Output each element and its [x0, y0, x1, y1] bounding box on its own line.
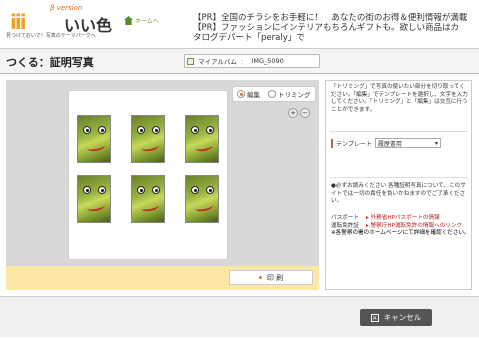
- title-bar: つくる：証明写真 マイアルバム ： IMG_5090: [0, 48, 479, 74]
- side-panel: 「トリミング」で写真の使いたい部分を切り取ってください。「編集」でテンプレートを…: [325, 80, 472, 290]
- notice-text: ●必ずお読みください 各種証明写真について、このサイトでは一切の責任を負いかねま…: [331, 183, 466, 204]
- home-link-label: ホームへ: [135, 18, 159, 25]
- id-photo: [77, 175, 111, 223]
- instructions-text: 「トリミング」で写真の使いたい部分を切り取ってください。「編集」でテンプレートを…: [331, 84, 468, 113]
- print-sheet: [69, 91, 227, 259]
- link-row-license: 運転免許証 ▸ 警察庁HP運転免許の情報へのリンク: [331, 223, 471, 231]
- link-label-license: 運転免許証: [331, 222, 359, 229]
- site-logo[interactable]: β version iii いい色 見つけておいで！写真のテーマパークへ: [6, 4, 116, 42]
- logo-mark: iii: [10, 10, 27, 34]
- divider: [330, 177, 468, 178]
- album-separator: ：: [240, 58, 248, 66]
- chevron-down-icon: ▾: [434, 139, 438, 147]
- photo-canvas: 編集 トリミング + −: [6, 80, 319, 286]
- id-photo: [185, 175, 219, 223]
- page-title: つくる：証明写真: [6, 56, 94, 69]
- cancel-button-label: キャンセル: [383, 313, 422, 322]
- footnote-text: ※各警察の署のホームページにて詳細を確認ください。: [331, 230, 470, 236]
- print-button[interactable]: 印 刷: [229, 270, 313, 285]
- link-license[interactable]: ▸ 警察庁HP運転免許の情報へのリンク: [366, 223, 462, 231]
- album-icon: [187, 57, 194, 65]
- top-header: β version iii いい色 見つけておいで！写真のテーマパークへ ホーム…: [0, 0, 479, 48]
- home-link[interactable]: ホームへ: [124, 16, 159, 25]
- cancel-button[interactable]: ✕ キャンセル: [360, 309, 432, 326]
- info-links: パスポート ▸ 外務省HPパスポートの情報 運転免許証 ▸ 警察庁HP運転免許の…: [331, 215, 471, 238]
- pr-line-3[interactable]: タログデパート「peraly」で: [193, 33, 479, 43]
- link-passport[interactable]: ▸ 外務省HPパスポートの情報: [366, 215, 440, 223]
- mode-trim-label: トリミング: [278, 91, 311, 99]
- template-label: テンプレート: [336, 140, 372, 148]
- mode-switch: 編集 トリミング: [232, 86, 316, 102]
- mode-trim-option[interactable]: トリミング: [264, 89, 315, 99]
- link-label-passport: パスポート: [331, 215, 359, 221]
- link-row-passport: パスポート ▸ 外務省HPパスポートの情報: [331, 215, 471, 223]
- zoom-controls: + −: [288, 108, 310, 118]
- album-breadcrumb: マイアルバム ： IMG_5090: [184, 54, 320, 68]
- bullet-icon: [258, 276, 262, 279]
- template-marker: [331, 138, 333, 148]
- id-photo: [131, 115, 165, 163]
- zoom-in-icon[interactable]: +: [288, 108, 298, 118]
- print-bar: 印 刷: [6, 266, 319, 290]
- template-row: テンプレート 履歴書用 ▾: [331, 138, 441, 148]
- mode-edit-label: 編集: [247, 91, 260, 99]
- bottom-bar: ✕ キャンセル: [0, 296, 479, 337]
- album-label[interactable]: マイアルバム: [198, 56, 237, 66]
- mode-trim-radio[interactable]: [268, 90, 276, 98]
- template-select[interactable]: 履歴書用 ▾: [374, 138, 441, 148]
- pr-line-2[interactable]: 【PR】ファッションにインテリアもちろんギフトも。欲しい商品はカ: [193, 23, 479, 33]
- template-value: 履歴書用: [377, 140, 402, 148]
- divider: [330, 131, 468, 132]
- id-photo: [185, 115, 219, 163]
- close-icon: ✕: [370, 313, 379, 322]
- album-file: IMG_5090: [251, 57, 284, 65]
- zoom-out-icon[interactable]: −: [300, 108, 310, 118]
- id-photo: [77, 115, 111, 163]
- logo-slogan: 見つけておいで！写真のテーマパークへ: [6, 33, 96, 39]
- print-button-label: 印 刷: [266, 273, 284, 282]
- mode-edit-radio[interactable]: [237, 90, 245, 98]
- mode-edit-option[interactable]: 編集: [233, 89, 264, 99]
- pr-line-1[interactable]: 【PR】全国のチラシをお手軽に！ あなたの街のお得＆便利情報が満載: [193, 13, 479, 23]
- pr-banner[interactable]: 【PR】全国のチラシをお手軽に！ あなたの街のお得＆便利情報が満載 【PR】ファ…: [193, 13, 479, 43]
- home-icon: [124, 16, 133, 25]
- id-photo: [131, 175, 165, 223]
- logo-beta-tag: β version: [50, 4, 83, 12]
